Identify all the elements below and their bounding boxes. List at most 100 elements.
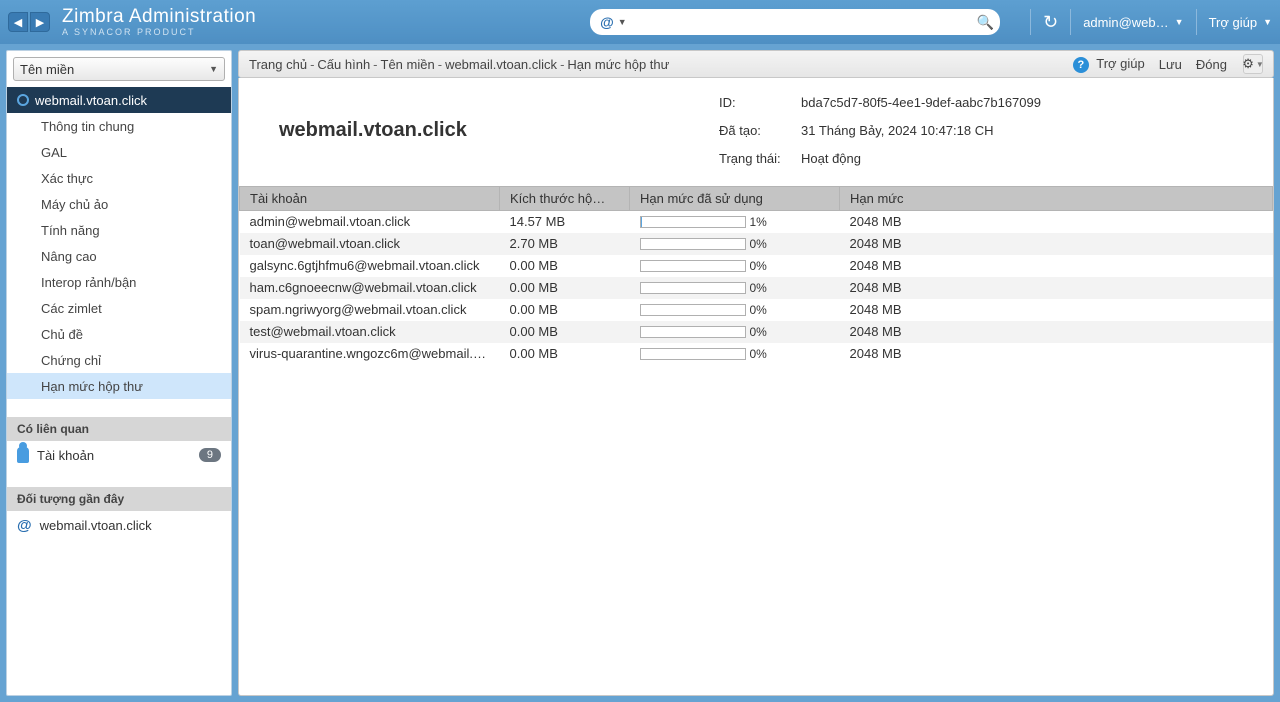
cell-used: 0% [630, 255, 840, 277]
col-header-used[interactable]: Hạn mức đã sử dụng [630, 187, 840, 211]
breadcrumb-item[interactable]: webmail.vtoan.click [445, 57, 557, 72]
quota-percent: 0% [750, 237, 767, 251]
quota-progress [640, 238, 746, 250]
cell-size: 0.00 MB [500, 343, 630, 365]
sidebar-item[interactable]: Chứng chỉ [7, 347, 231, 373]
sidebar-recent-label: webmail.vtoan.click [40, 518, 152, 533]
page-title: webmail.vtoan.click [279, 119, 467, 142]
sidebar-item[interactable]: Máy chủ ảo [7, 191, 231, 217]
quota-progress [640, 216, 746, 228]
sidebar-item[interactable]: Tính năng [7, 217, 231, 243]
sidebar-item[interactable]: GAL [7, 139, 231, 165]
sidebar-scope-dropdown[interactable]: Tên miền ▼ [13, 57, 225, 81]
cell-used: 0% [630, 321, 840, 343]
cell-quota: 2048 MB [840, 255, 1273, 277]
help-menu[interactable]: Trợ giúp ▼ [1209, 15, 1272, 30]
table-row[interactable]: test@webmail.vtoan.click0.00 MB0%2048 MB [240, 321, 1273, 343]
cell-used: 1% [630, 211, 840, 233]
meta-created-label: Đã tạo: [719, 123, 801, 138]
breadcrumb-item[interactable]: Cấu hình [317, 57, 370, 72]
divider [1070, 9, 1071, 35]
user-menu[interactable]: admin@web… ▼ [1083, 15, 1183, 30]
col-header-account[interactable]: Tài khoản [240, 187, 500, 211]
cell-account: toan@webmail.vtoan.click [240, 233, 500, 255]
breadcrumb-item[interactable]: Tên miền [381, 57, 435, 72]
breadcrumb-sep: - [438, 57, 442, 72]
app-body: Tên miền ▼ webmail.vtoan.click Thông tin… [0, 44, 1280, 702]
meta-id-value: bda7c5d7-80f5-4ee1-9def-aabc7b167099 [801, 95, 1041, 110]
sidebar-section-recent: Đối tượng gần đây [7, 487, 231, 511]
cell-quota: 2048 MB [840, 211, 1273, 233]
col-header-quota[interactable]: Hạn mức [840, 187, 1273, 211]
divider [1030, 9, 1031, 35]
cell-used: 0% [630, 343, 840, 365]
col-header-size[interactable]: Kích thước hộ… [500, 187, 630, 211]
gear-menu[interactable]: ⚙ ▼ [1243, 54, 1263, 74]
table-row[interactable]: spam.ngriwyorg@webmail.vtoan.click0.00 M… [240, 299, 1273, 321]
sidebar-item[interactable]: Hạn mức hộp thư [7, 373, 231, 399]
related-count-badge: 9 [199, 448, 221, 462]
sidebar: Tên miền ▼ webmail.vtoan.click Thông tin… [6, 50, 232, 696]
sidebar-item[interactable]: Nâng cao [7, 243, 231, 269]
sidebar-domain-label: webmail.vtoan.click [35, 93, 147, 108]
content: webmail.vtoan.click ID: bda7c5d7-80f5-4e… [238, 78, 1274, 696]
user-label: admin@web… [1083, 15, 1168, 30]
at-icon: @ [17, 517, 32, 534]
mailbox-quota-table: Tài khoản Kích thước hộ… Hạn mức đã sử d… [239, 186, 1273, 365]
sidebar-domain-item[interactable]: webmail.vtoan.click [7, 87, 231, 113]
refresh-icon[interactable]: ↻ [1043, 12, 1058, 33]
meta-id-label: ID: [719, 95, 801, 110]
table-row[interactable]: admin@webmail.vtoan.click14.57 MB 1% 2048 … [240, 211, 1273, 233]
sidebar-item[interactable]: Xác thực [7, 165, 231, 191]
help-label: Trợ giúp [1209, 15, 1258, 30]
quota-percent: 0% [750, 303, 767, 317]
nav-arrows: ◀ ▶ [8, 12, 50, 32]
cell-account: virus-quarantine.wngozc6m@webmail.vtoan… [240, 343, 500, 365]
breadcrumb-item[interactable]: Trang chủ [249, 57, 307, 72]
sidebar-related-accounts[interactable]: Tài khoản 9 [7, 441, 231, 469]
quota-percent: 0% [750, 347, 767, 361]
cell-size: 2.70 MB [500, 233, 630, 255]
back-button[interactable]: ◀ [8, 12, 28, 32]
breadcrumb-sep: - [560, 57, 564, 72]
table-row[interactable]: galsync.6gtjhfmu6@webmail.vtoan.click0.0… [240, 255, 1273, 277]
forward-button[interactable]: ▶ [30, 12, 50, 32]
sidebar-related-label: Tài khoản [37, 448, 94, 463]
cell-account: admin@webmail.vtoan.click [240, 211, 500, 233]
search-input[interactable] [633, 15, 977, 30]
sidebar-recent-item[interactable]: @ webmail.vtoan.click [7, 511, 231, 540]
chevron-down-icon: ▼ [1256, 60, 1264, 69]
quota-percent: 1% [750, 215, 767, 229]
sidebar-item[interactable]: Thông tin chung [7, 113, 231, 139]
brand-title: Zimbra Administration [62, 7, 256, 28]
quota-percent: 0% [750, 259, 767, 273]
breadcrumb-sep: - [373, 57, 377, 72]
save-button[interactable]: Lưu [1159, 57, 1182, 72]
cell-used: 0% [630, 277, 840, 299]
meta-status-label: Trạng thái: [719, 151, 801, 166]
quota-progress [640, 348, 746, 360]
cell-used: 0% [630, 233, 840, 255]
sidebar-item[interactable]: Chủ đề [7, 321, 231, 347]
table-row[interactable]: ham.c6gnoeecnw@webmail.vtoan.click0.00 M… [240, 277, 1273, 299]
quota-progress [640, 282, 746, 294]
cell-quota: 2048 MB [840, 299, 1273, 321]
chevron-down-icon: ▼ [1175, 17, 1184, 27]
cell-size: 0.00 MB [500, 321, 630, 343]
cell-size: 14.57 MB [500, 211, 630, 233]
table-row[interactable]: toan@webmail.vtoan.click2.70 MB0%2048 MB [240, 233, 1273, 255]
divider [1196, 9, 1197, 35]
crumb-toolbar: Trang chủ-Cấu hình-Tên miền-webmail.vtoa… [238, 50, 1274, 78]
table-row[interactable]: virus-quarantine.wngozc6m@webmail.vtoan…… [240, 343, 1273, 365]
search-scope-caret[interactable]: ▼ [618, 17, 627, 27]
cell-size: 0.00 MB [500, 277, 630, 299]
search-scope-icon[interactable]: @ [600, 14, 614, 30]
sidebar-item[interactable]: Các zimlet [7, 295, 231, 321]
help-button[interactable]: ? Trợ giúp [1073, 56, 1145, 73]
sidebar-item[interactable]: Interop rảnh/bận [7, 269, 231, 295]
quota-percent: 0% [750, 325, 767, 339]
search-icon[interactable]: 🔍 [977, 14, 994, 31]
searchbox[interactable]: @ ▼ 🔍 [590, 9, 1000, 35]
close-button[interactable]: Đóng [1196, 57, 1227, 72]
help-icon: ? [1073, 57, 1089, 73]
